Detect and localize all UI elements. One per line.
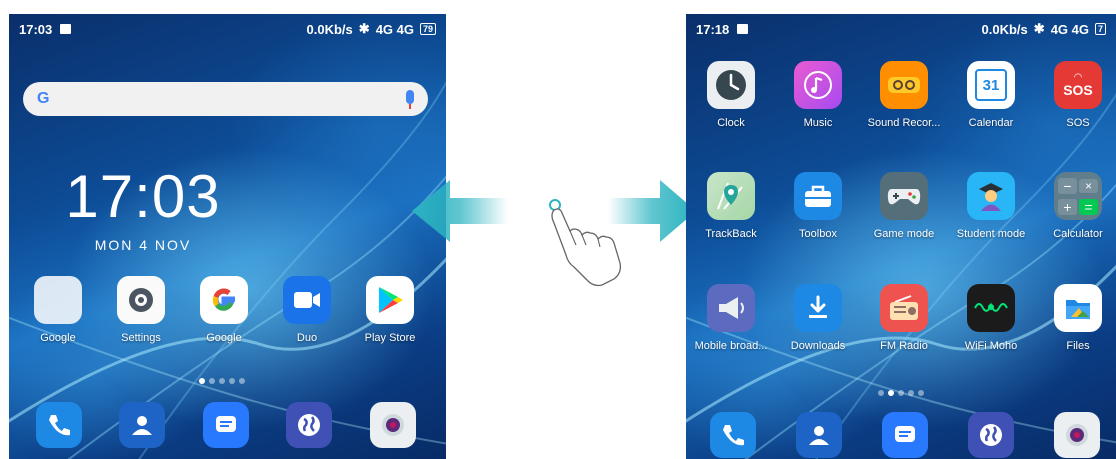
broadcast-megaphone-icon	[707, 284, 755, 332]
download-icon	[794, 284, 842, 332]
battery-icon: 7	[1094, 23, 1106, 35]
app-game-mode[interactable]: Game mode	[861, 172, 947, 240]
gamepad-icon	[880, 172, 928, 220]
status-time: 17:03	[19, 21, 53, 37]
swipe-left-arrow	[412, 180, 508, 242]
google-folder-icon	[34, 276, 82, 324]
app-label: Files	[1066, 340, 1090, 352]
net-speed: 0.0Kb/s	[981, 21, 1028, 37]
student-icon	[967, 172, 1015, 220]
sos-text: SOS	[1063, 82, 1093, 98]
app-label: Mobile broad...	[694, 340, 768, 352]
calendar-icon: 31	[967, 61, 1015, 109]
camera-icon[interactable]	[1054, 412, 1100, 458]
phone-icon[interactable]	[36, 402, 82, 448]
app-label: Google	[206, 332, 242, 344]
app-label: Calculator	[1053, 228, 1103, 240]
app-label: Student mode	[956, 228, 1026, 240]
calendar-day: 31	[975, 69, 1007, 101]
contacts-icon[interactable]	[119, 402, 165, 448]
app-label: Google	[40, 332, 76, 344]
wifi-moho-icon	[967, 284, 1015, 332]
app-label: Downloads	[790, 340, 846, 352]
google-g-icon	[200, 276, 248, 324]
app-files[interactable]: Files	[1035, 284, 1116, 352]
duo-video-icon	[283, 276, 331, 324]
calculator-icon: − × + =	[1054, 172, 1102, 220]
google-search-bar[interactable]: G	[23, 82, 428, 116]
app-play-store[interactable]: Play Store	[347, 276, 433, 344]
sos-icon: ◠ SOS	[1054, 61, 1102, 109]
app-duo[interactable]: Duo	[264, 276, 350, 344]
settings-gear-icon	[117, 276, 165, 324]
status-bar: 17:18 0.0Kb/s ✱ 4G 4G 7	[686, 14, 1116, 44]
app-label: Play Store	[364, 332, 416, 344]
app-calendar[interactable]: 31 Calendar	[948, 61, 1034, 129]
app-calculator[interactable]: − × + = Calculator	[1035, 172, 1116, 240]
messages-icon[interactable]	[203, 402, 249, 448]
app-label: Duo	[296, 332, 318, 344]
home-screen-left: 17:03 0.0Kb/s ✱ 4G 4G 79 G 17:03 MON 4 N…	[9, 14, 446, 459]
messages-icon[interactable]	[882, 412, 928, 458]
gallery-notification-icon	[737, 24, 749, 34]
gallery-notification-icon	[60, 24, 72, 34]
app-wifi-moho[interactable]: WiFi Moho	[948, 284, 1034, 352]
app-sos[interactable]: ◠ SOS SOS	[1035, 61, 1116, 129]
app-google[interactable]: Google	[181, 276, 267, 344]
files-icon	[1054, 284, 1102, 332]
signal-indicator: 4G 4G	[375, 21, 414, 37]
bluetooth-icon: ✱	[358, 21, 370, 36]
app-trackback[interactable]: TrackBack	[688, 172, 774, 240]
google-logo-icon: G	[37, 90, 50, 107]
app-label: Settings	[121, 332, 161, 344]
app-settings[interactable]: Settings	[98, 276, 184, 344]
app-mobile-broadcast[interactable]: Mobile broad...	[688, 284, 774, 352]
app-label: SOS	[1066, 117, 1090, 129]
app-label: Calendar	[968, 117, 1014, 129]
app-fm-radio[interactable]: FM Radio	[861, 284, 947, 352]
app-clock[interactable]: Clock	[688, 61, 774, 129]
app-google-folder[interactable]: Google	[15, 276, 101, 344]
microphone-icon[interactable]	[406, 90, 414, 109]
battery-icon: 79	[419, 23, 436, 35]
contacts-icon[interactable]	[796, 412, 842, 458]
app-label: Toolbox	[799, 228, 837, 240]
signal-indicator: 4G 4G	[1050, 21, 1089, 37]
clock-time: 17:03	[65, 163, 221, 230]
app-sound-recorder[interactable]: Sound Recor...	[861, 61, 947, 129]
browser-globe-icon[interactable]	[968, 412, 1014, 458]
app-downloads[interactable]: Downloads	[775, 284, 861, 352]
app-label: FM Radio	[880, 340, 928, 352]
app-toolbox[interactable]: Toolbox	[775, 172, 861, 240]
play-store-icon	[366, 276, 414, 324]
radio-icon	[880, 284, 928, 332]
app-label: TrackBack	[705, 228, 757, 240]
status-time: 17:18	[696, 21, 730, 37]
camera-icon[interactable]	[370, 402, 416, 448]
bluetooth-icon: ✱	[1033, 21, 1045, 36]
status-bar: 17:03 0.0Kb/s ✱ 4G 4G 79	[9, 14, 446, 44]
toolbox-icon	[794, 172, 842, 220]
app-label: Clock	[717, 117, 745, 129]
browser-globe-icon[interactable]	[286, 402, 332, 448]
app-label: WiFi Moho	[964, 340, 1018, 352]
app-label: Music	[803, 117, 833, 129]
sound-recorder-icon	[880, 61, 928, 109]
phone-icon[interactable]	[710, 412, 756, 458]
app-student-mode[interactable]: Student mode	[948, 172, 1034, 240]
music-note-icon	[794, 61, 842, 109]
page-indicator	[878, 390, 924, 396]
page-indicator	[199, 378, 245, 384]
net-speed: 0.0Kb/s	[306, 21, 353, 37]
trackback-map-icon	[707, 172, 755, 220]
swipe-hand-icon	[549, 199, 622, 287]
app-label: Game mode	[873, 228, 935, 240]
app-music[interactable]: Music	[775, 61, 861, 129]
clock-icon	[707, 61, 755, 109]
app-label: Sound Recor...	[867, 117, 941, 129]
app-drawer-right: 17:18 0.0Kb/s ✱ 4G 4G 7 Clock Music Soun…	[686, 14, 1116, 459]
clock-date: MON 4 NOV	[94, 237, 192, 253]
